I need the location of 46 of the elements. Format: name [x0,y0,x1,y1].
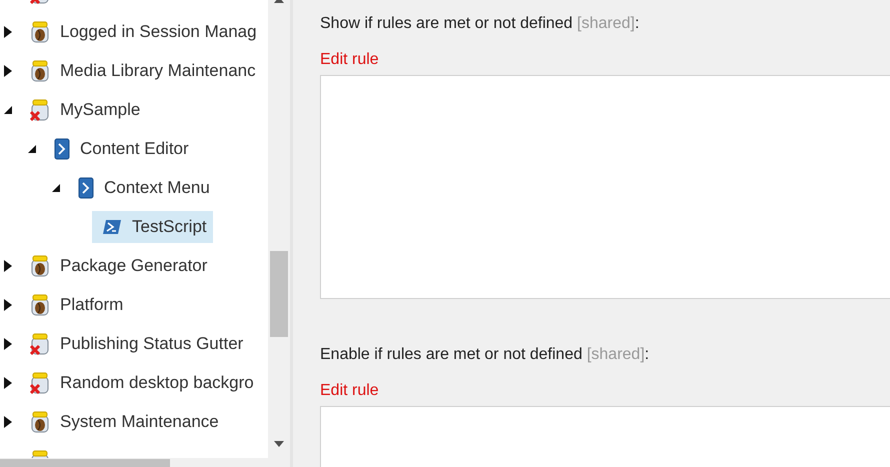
colon: : [634,15,640,32]
tree-item-label[interactable]: Content Editor [80,136,189,162]
tree-item-label[interactable]: Context Menu [104,174,210,200]
coffee-jar-icon [30,20,50,42]
coffee-jar-icon [30,410,50,432]
collapse-icon[interactable] [4,106,12,114]
expand-icon[interactable] [4,376,12,388]
expand-icon[interactable] [4,416,12,428]
coffee-jar-icon [30,294,50,316]
colon: : [644,346,650,363]
script-book-icon [54,138,70,160]
shared-tag: [shared] [586,346,645,363]
expand-icon[interactable] [4,298,12,310]
tree-item-label[interactable]: Package Generator [60,252,208,278]
tree-item-label[interactable]: Random desktop backgro [60,370,254,396]
collapse-icon[interactable] [52,184,60,192]
edit-rule-link[interactable]: Edit rule [320,51,379,68]
tree-item-label[interactable]: Media Library Maintenanc [60,58,256,84]
tree-item-label[interactable]: System Maintenance [60,408,219,434]
scrollbar-thumb[interactable] [0,459,170,467]
selected-tree-item[interactable]: TestScript [92,210,213,242]
shared-tag: [shared] [577,15,635,32]
collapse-icon[interactable] [28,144,36,152]
script-book-icon [78,176,94,198]
tree-item-label[interactable]: TestScript [132,214,207,240]
powershell-icon [102,218,122,234]
jar-error-icon [30,98,50,120]
coffee-jar-icon [30,60,50,82]
scrollbar-thumb[interactable] [270,251,288,337]
expand-icon[interactable] [4,64,12,76]
jar-error-icon [30,332,50,354]
tree-item-label[interactable]: MySample [60,96,140,122]
field-label: Enable if rules are met or not defined [320,346,582,363]
expand-icon[interactable] [4,338,12,350]
expand-icon[interactable] [4,260,12,272]
horizontal-scrollbar[interactable] [0,458,290,467]
scroll-down-icon[interactable] [274,441,284,447]
field-label: Show if rules are met or not defined [320,15,573,32]
edit-rule-link[interactable]: Edit rule [320,382,379,399]
tree-item-label[interactable]: Publishing Status Gutter [60,330,244,356]
jar-error-icon [30,372,50,394]
tree-item-label[interactable]: Logged in Session Manag [60,18,257,44]
expand-icon[interactable] [4,26,12,38]
tree-item-label[interactable]: Platform [60,292,124,318]
coffee-jar-icon [30,254,50,276]
vertical-scrollbar[interactable] [268,0,290,458]
